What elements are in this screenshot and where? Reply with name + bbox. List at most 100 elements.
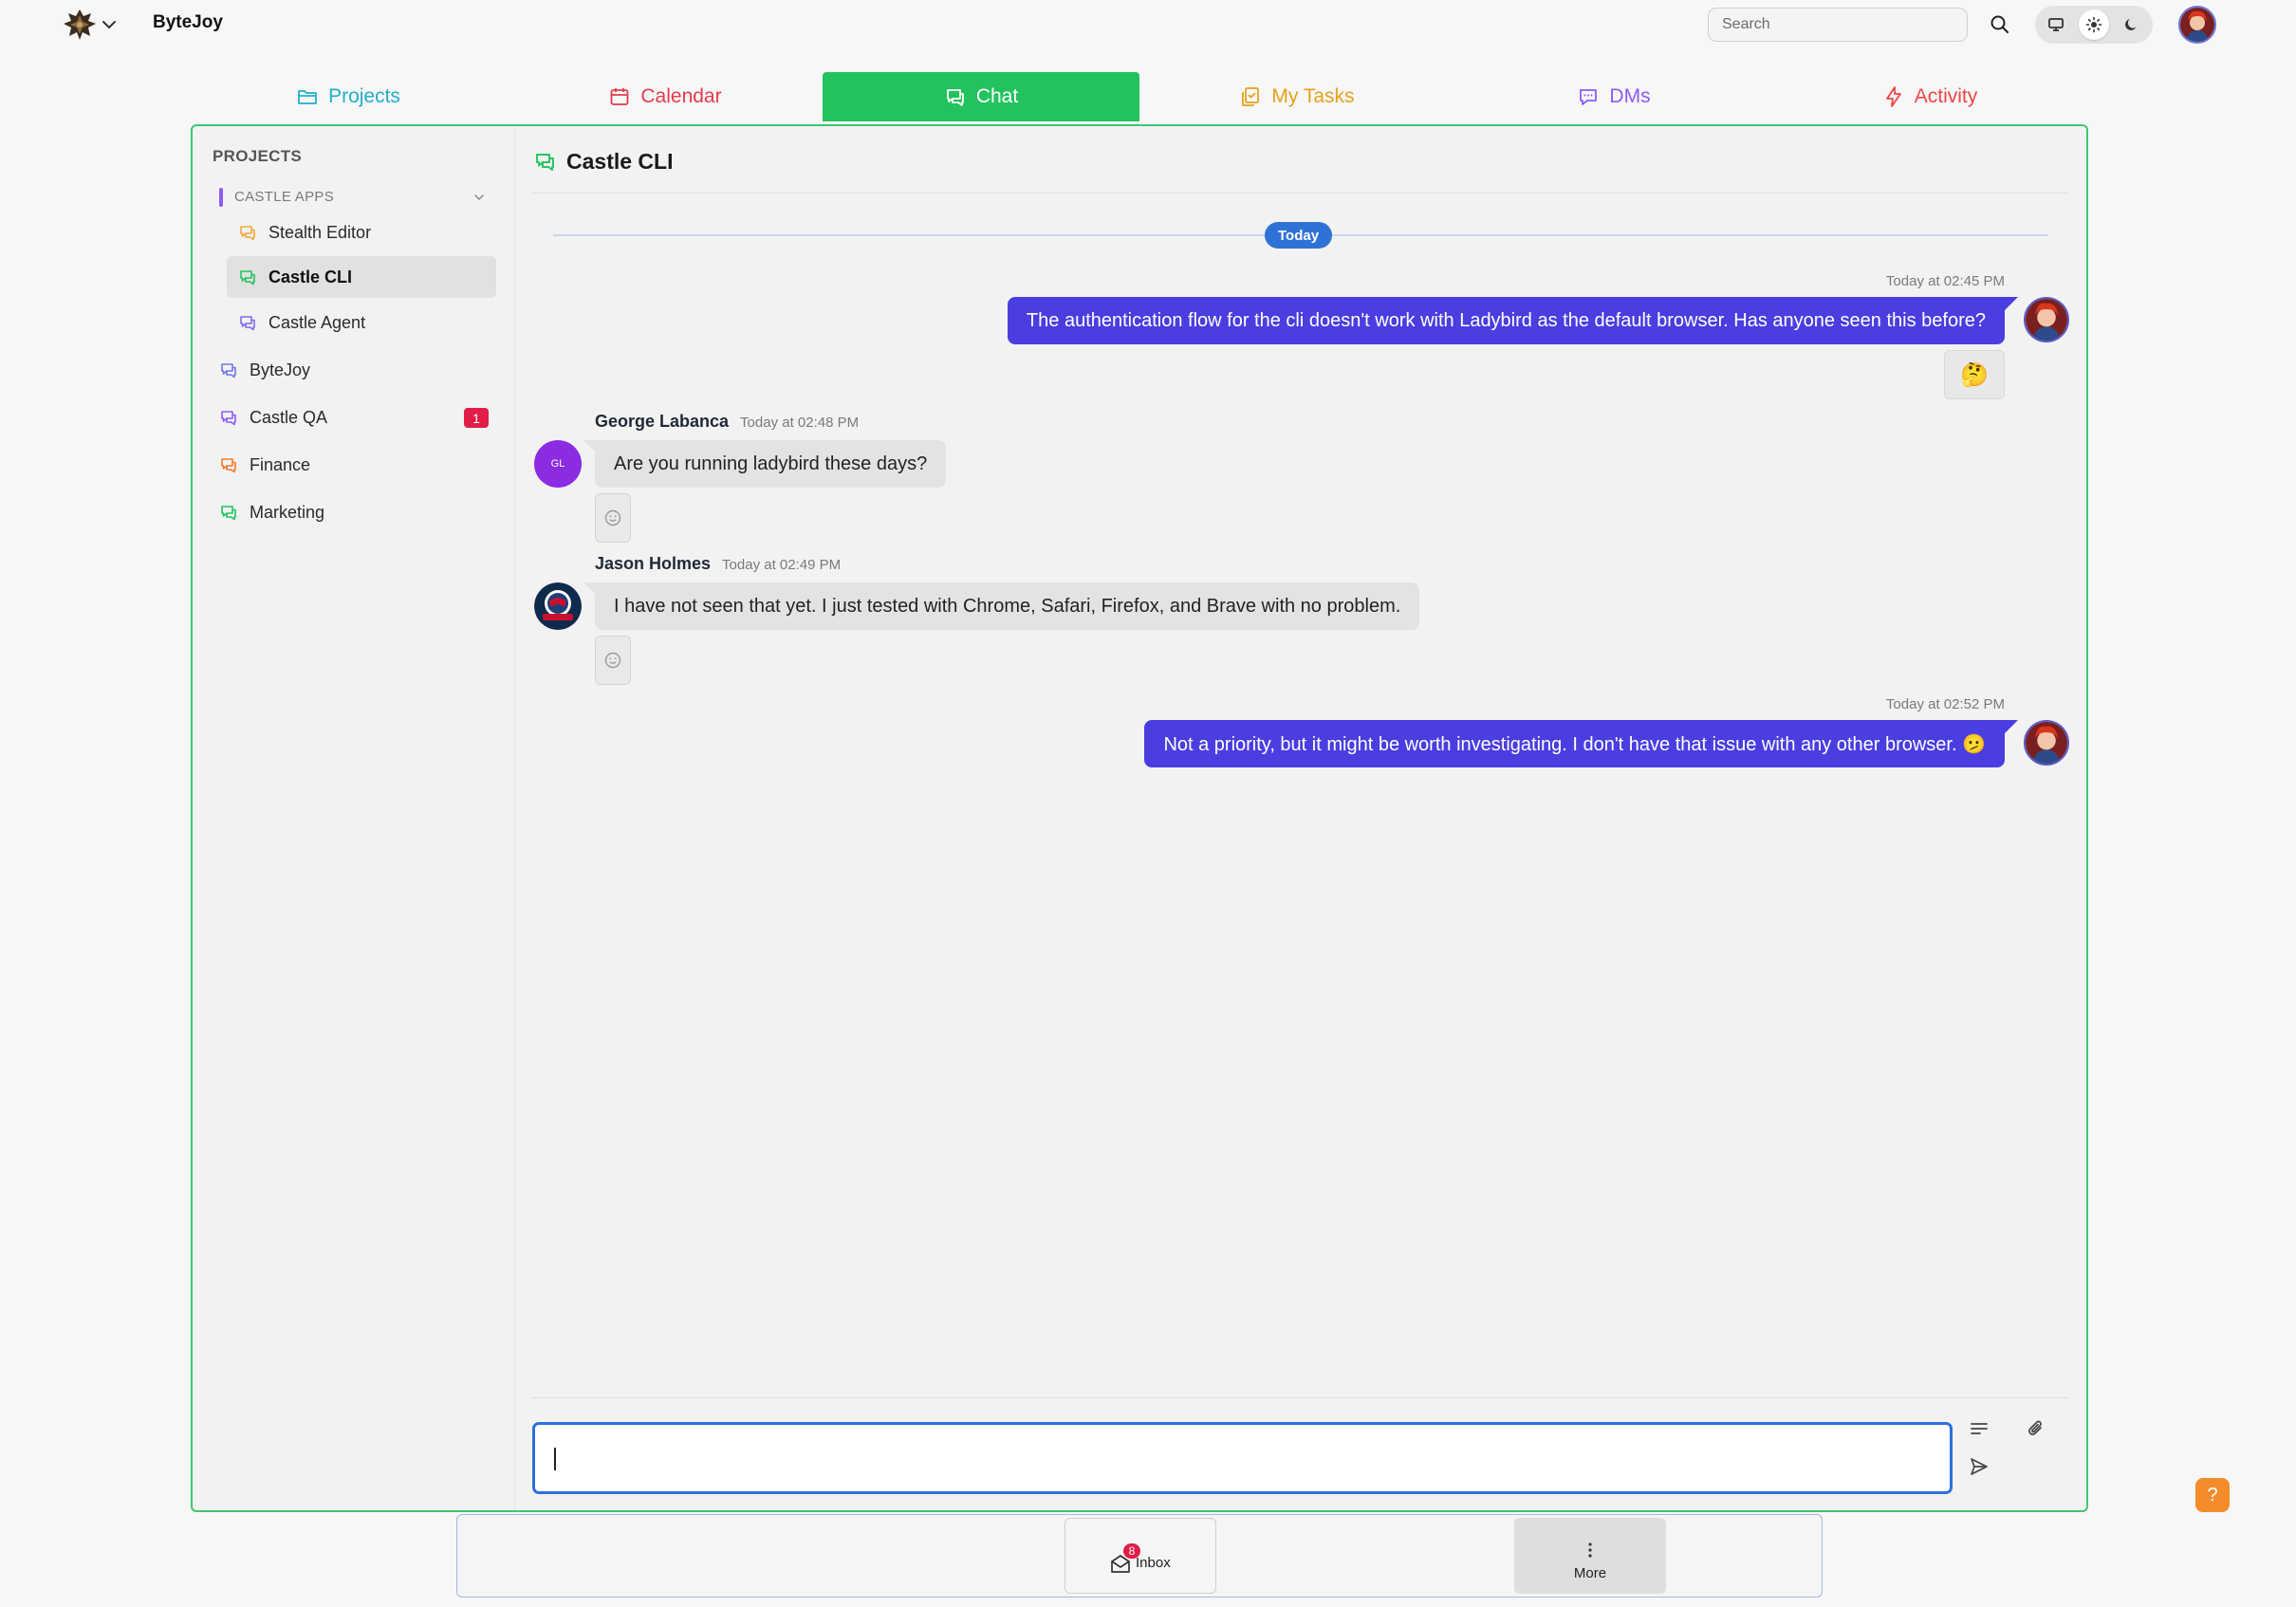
text-format-icon [1971, 1423, 1988, 1434]
chat-icon [219, 455, 238, 474]
sidebar-item-label: Stealth Editor [268, 222, 372, 242]
my-avatar [2024, 297, 2069, 342]
dm-icon [1577, 85, 1600, 108]
chevron-down-icon[interactable] [472, 190, 487, 205]
divider [532, 1397, 2069, 1398]
folder-icon [296, 85, 319, 108]
tab-activity[interactable]: Activity [1771, 72, 2088, 121]
smiley-icon [604, 652, 621, 669]
more-label: More [1573, 1565, 1607, 1581]
workspace-logo-icon[interactable] [61, 8, 99, 42]
moon-icon [2125, 19, 2137, 30]
inbox-label: Inbox [1136, 1555, 1171, 1571]
sidebar-item-label: Castle CLI [268, 267, 353, 286]
chat-icon [534, 150, 557, 173]
sidebar-item-label: Castle Agent [268, 312, 366, 332]
sidebar-item-castle-cli[interactable]: Castle CLI [227, 256, 496, 298]
group-label: CASTLE APPS [234, 189, 335, 205]
theme-light-button[interactable] [2079, 9, 2109, 40]
sidebar-item-finance[interactable]: Finance [206, 444, 496, 486]
tab-projects[interactable]: Projects [190, 72, 507, 121]
format-text-button[interactable] [1965, 1414, 1993, 1443]
help-button[interactable]: ? [2195, 1478, 2230, 1512]
add-reaction-button[interactable] [595, 493, 631, 543]
main-tabs: Projects Calendar Chat My Tasks DMs Acti… [190, 72, 2087, 121]
sidebar-item-castle-qa[interactable]: Castle QA 1 [206, 397, 496, 438]
bolt-icon [1882, 85, 1905, 108]
sender-name: Jason Holmes [595, 554, 712, 573]
day-divider-label: Today [1265, 222, 1333, 249]
my-avatar [2024, 720, 2069, 766]
sidebar-item-stealth-editor[interactable]: Stealth Editor [227, 212, 496, 253]
tab-label: Projects [328, 85, 400, 107]
sidebar-item-marketing[interactable]: Marketing [206, 491, 496, 533]
calendar-icon [608, 85, 631, 108]
avatar-jason-holmes [534, 582, 582, 630]
sidebar-item-label: ByteJoy [250, 360, 311, 379]
monitor-icon [2048, 18, 2064, 31]
projects-sidebar: PROJECTS CASTLE APPS Stealth Editor Cast… [193, 126, 515, 1510]
paperclip-icon [2028, 1420, 2042, 1435]
sidebar-item-castle-agent[interactable]: Castle Agent [227, 302, 496, 343]
more-vertical-icon [1581, 1541, 1600, 1560]
chat-panel: PROJECTS CASTLE APPS Stealth Editor Cast… [191, 124, 2088, 1512]
my-message-bubble[interactable]: The authentication flow for the cli does… [1007, 297, 2019, 344]
project-group-castle-apps[interactable]: CASTLE APPS [219, 186, 494, 209]
unread-badge: 1 [464, 408, 489, 428]
search-input[interactable] [1708, 8, 1968, 42]
message-timestamp: Today at 02:48 PM [740, 415, 860, 431]
message-bubble[interactable]: Are you running ladybird these days? [583, 440, 947, 488]
chat-icon [238, 268, 257, 286]
reaction-thinking[interactable]: 🤔 [1944, 350, 2005, 399]
message-timestamp: Today at 02:49 PM [722, 557, 842, 573]
bottom-bar: 8 Inbox More [456, 1514, 1823, 1598]
message-bubble[interactable]: I have not seen that yet. I just tested … [583, 582, 1420, 630]
search-icon[interactable] [1988, 12, 2012, 37]
tab-dms[interactable]: DMs [1455, 72, 1772, 121]
sidebar-item-label: Finance [250, 454, 311, 474]
message-input[interactable] [532, 1422, 1953, 1494]
tab-label: DMs [1609, 85, 1651, 107]
inbox-button[interactable]: 8 Inbox [1065, 1518, 1216, 1594]
theme-switcher [2035, 6, 2153, 44]
avatar-george-labanca: GL [534, 440, 582, 488]
send-icon [1971, 1458, 1988, 1475]
tab-label: Calendar [640, 85, 722, 107]
my-message-bubble[interactable]: Not a priority, but it might be worth in… [1144, 720, 2018, 767]
send-button[interactable] [1965, 1452, 1993, 1481]
chat-icon [219, 408, 238, 427]
theme-desktop-button[interactable] [2041, 9, 2071, 40]
message-sender-line: George Labanca Today at 02:48 PM [595, 412, 859, 432]
workspace-chevron-down-icon[interactable] [99, 15, 120, 34]
tasks-icon [1239, 85, 1262, 108]
chat-icon [238, 223, 257, 242]
message-timestamp: Today at 02:52 PM [1885, 696, 2005, 712]
sidebar-title: PROJECTS [213, 147, 303, 165]
tab-label: Activity [1914, 85, 1978, 107]
tab-label: Chat [975, 85, 1019, 107]
chat-icon [219, 503, 238, 522]
tab-calendar[interactable]: Calendar [507, 72, 824, 121]
sidebar-item-label: Castle QA [250, 407, 328, 427]
tab-chat[interactable]: Chat [823, 72, 1139, 121]
sun-icon [2085, 16, 2102, 33]
chat-title: Castle CLI [566, 148, 674, 174]
message-sender-line: Jason Holmes Today at 02:49 PM [595, 554, 841, 574]
user-avatar[interactable] [2178, 6, 2216, 44]
theme-dark-button[interactable] [2117, 9, 2147, 40]
divider [532, 193, 2069, 194]
add-reaction-button[interactable] [595, 636, 631, 685]
tab-label: My Tasks [1271, 85, 1355, 107]
attach-file-button[interactable] [2022, 1414, 2050, 1443]
more-button[interactable]: More [1514, 1518, 1666, 1594]
text-caret [554, 1448, 556, 1470]
sidebar-item-bytejoy[interactable]: ByteJoy [206, 349, 496, 391]
sender-name: George Labanca [595, 412, 730, 431]
smiley-icon [604, 509, 621, 526]
chat-header: Castle CLI [534, 147, 673, 175]
top-bar: ByteJoy [0, 0, 2296, 49]
app-name: ByteJoy [153, 12, 223, 32]
tab-my-tasks[interactable]: My Tasks [1139, 72, 1455, 121]
message-timestamp: Today at 02:45 PM [1885, 273, 2005, 289]
chat-icon [238, 313, 257, 332]
